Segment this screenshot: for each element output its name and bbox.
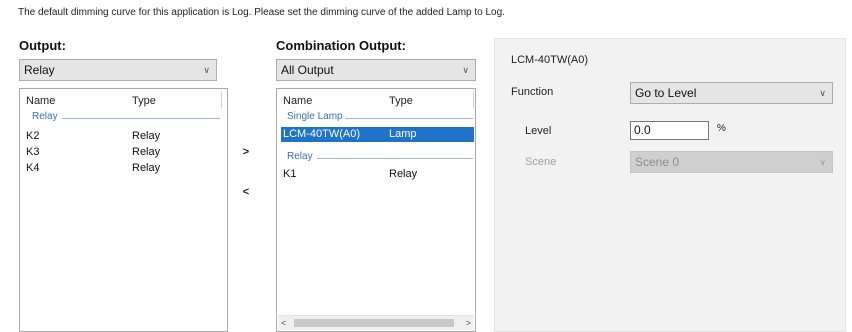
row-type: Relay xyxy=(132,162,161,174)
chevron-down-icon: ∨ xyxy=(462,65,469,75)
row-type: Relay xyxy=(132,130,161,142)
device-name: LCM-40TW(A0) xyxy=(511,54,589,66)
table-row-selected[interactable]: LCM-40TW(A0) Lamp xyxy=(281,127,474,142)
row-type: Lamp xyxy=(389,128,417,140)
row-name: K1 xyxy=(283,168,297,180)
horizontal-scrollbar[interactable]: < > xyxy=(278,315,474,330)
combination-output-value: All Output xyxy=(281,63,334,77)
output-group-relay: Relay xyxy=(32,111,58,122)
scene-value: Scene 0 xyxy=(635,155,680,169)
row-name: K2 xyxy=(26,130,40,142)
group-separator xyxy=(345,118,473,119)
level-label: Level xyxy=(525,125,552,137)
device-settings-panel: LCM-40TW(A0) Function Go to Level ∨ Leve… xyxy=(494,38,846,332)
output-type-dropdown[interactable]: Relay ∨ xyxy=(19,59,217,81)
level-input[interactable]: 0.0 xyxy=(630,121,709,140)
combination-output-dropdown[interactable]: All Output ∨ xyxy=(276,59,476,81)
function-dropdown[interactable]: Go to Level ∨ xyxy=(630,82,833,104)
scroll-left-arrow-icon[interactable]: < xyxy=(281,316,286,330)
scrollbar-thumb[interactable] xyxy=(294,319,454,327)
function-value: Go to Level xyxy=(635,86,697,100)
row-type: Relay xyxy=(389,168,418,180)
column-divider xyxy=(473,92,474,108)
row-type: Relay xyxy=(132,146,161,158)
output-column-type: Type xyxy=(132,95,156,107)
combination-group-relay: Relay xyxy=(287,151,313,162)
column-divider xyxy=(221,92,222,108)
output-type-value: Relay xyxy=(24,63,55,77)
output-column-name: Name xyxy=(26,95,56,107)
output-title: Output: xyxy=(19,38,66,53)
scroll-right-arrow-icon[interactable]: > xyxy=(466,316,471,330)
row-name: K4 xyxy=(26,162,40,174)
level-unit: % xyxy=(717,123,726,134)
combination-column-type: Type xyxy=(389,95,413,107)
combination-output-list[interactable]: Name Type Single Lamp LCM-40TW(A0) Lamp … xyxy=(276,88,476,332)
group-separator xyxy=(317,158,473,159)
row-name: K3 xyxy=(26,146,40,158)
chevron-down-icon: ∨ xyxy=(819,88,826,98)
combination-output-title: Combination Output: xyxy=(276,38,406,53)
combination-column-name: Name xyxy=(283,95,313,107)
chevron-down-icon: ∨ xyxy=(819,157,826,167)
row-name: LCM-40TW(A0) xyxy=(283,128,361,140)
combination-group-single-lamp: Single Lamp xyxy=(287,111,343,122)
remove-from-combination-button[interactable]: < xyxy=(239,186,253,198)
dimming-curve-notice: The default dimming curve for this appli… xyxy=(18,7,505,18)
output-list[interactable]: Name Type Relay K2 Relay K3 Relay K4 Rel… xyxy=(19,88,228,332)
add-to-combination-button[interactable]: > xyxy=(239,146,253,158)
chevron-down-icon: ∨ xyxy=(203,65,210,75)
group-separator xyxy=(62,118,220,119)
function-label: Function xyxy=(511,86,554,98)
scene-dropdown[interactable]: Scene 0 ∨ xyxy=(630,151,833,173)
scene-label: Scene xyxy=(525,156,557,168)
